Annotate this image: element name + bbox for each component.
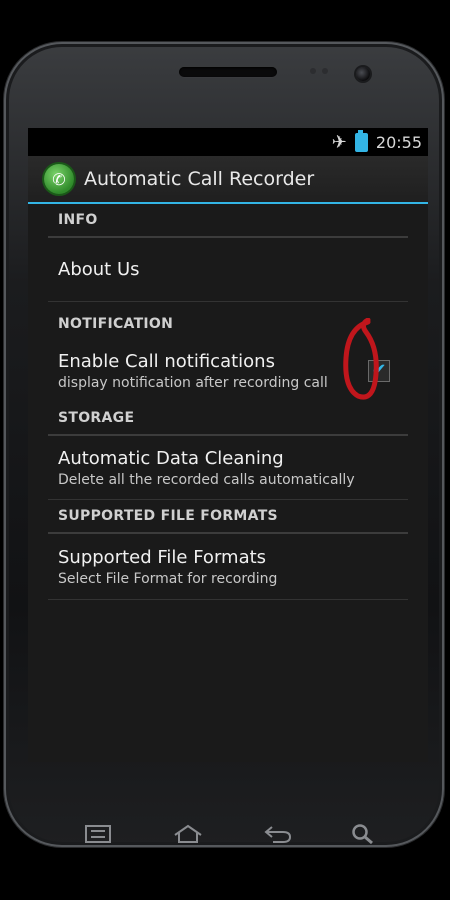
proximity-sensor: [310, 68, 316, 74]
app-title: Automatic Call Recorder: [84, 168, 315, 190]
pref-automatic-data-cleaning[interactable]: Automatic Data Cleaning Delete all the r…: [48, 436, 408, 500]
category-info: INFO: [48, 204, 408, 238]
pref-title: About Us: [58, 259, 140, 280]
menu-icon[interactable]: [78, 820, 118, 848]
navigation-bar: [28, 802, 428, 866]
screen: ✈ 20:55 ✆ Automatic Call Recorder INFO A…: [28, 128, 428, 762]
earpiece-speaker: [179, 67, 277, 77]
pref-supported-file-formats[interactable]: Supported File Formats Select File Forma…: [48, 534, 408, 600]
phone-frame: ✈ 20:55 ✆ Automatic Call Recorder INFO A…: [4, 42, 444, 847]
light-sensor: [322, 68, 328, 74]
airplane-mode-icon: ✈: [331, 131, 347, 153]
search-icon[interactable]: [343, 820, 383, 848]
category-supported-file-formats: SUPPORTED FILE FORMATS: [48, 500, 408, 534]
back-icon[interactable]: [258, 820, 298, 848]
battery-icon: [354, 129, 368, 152]
front-camera: [356, 67, 370, 81]
pref-about-us[interactable]: About Us: [48, 238, 408, 302]
status-time: 20:55: [375, 132, 422, 152]
phone-icon[interactable]: ✆: [44, 164, 74, 194]
pref-summary: Delete all the recorded calls automatica…: [58, 471, 355, 488]
home-icon[interactable]: [168, 820, 208, 848]
pref-title: Supported File Formats: [58, 546, 267, 568]
status-bar: ✈ 20:55: [28, 128, 428, 156]
action-bar: ✆ Automatic Call Recorder: [28, 156, 428, 204]
pref-summary: Select File Format for recording: [58, 570, 278, 587]
pref-title: Automatic Data Cleaning: [58, 447, 284, 469]
red-circle-annotation: [343, 318, 379, 400]
